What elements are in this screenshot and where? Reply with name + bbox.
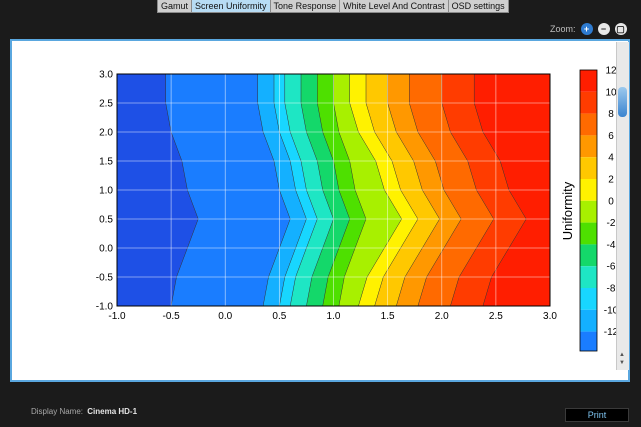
uniformity-contour-chart: -1.0 -0.5 0.0 0.5 1.0 1.5 2.0 2.5 3.0 -1.0 -0.5 0.0… xyxy=(96,66,618,352)
x-tick-label: -1.0 xyxy=(108,311,126,322)
display-name: Display Name: Cinema HD-1 xyxy=(31,407,137,416)
colorbar-swatch xyxy=(580,222,597,245)
colorbar-tick-label: -2 xyxy=(607,218,616,229)
scrollbar-thumb[interactable] xyxy=(618,87,627,117)
colorbar-swatch xyxy=(580,113,597,136)
colorbar-swatch xyxy=(580,135,597,158)
colorbar-swatch xyxy=(580,200,597,223)
x-tick-label: 0.5 xyxy=(272,311,286,322)
zoom-controls: Zoom: + − ▢ xyxy=(550,23,627,35)
y-tick-label: -0.5 xyxy=(96,273,114,284)
y-tick-label: 3.0 xyxy=(99,70,113,81)
x-tick-label: 2.5 xyxy=(489,311,503,322)
scroll-down-icon[interactable]: ▼ xyxy=(619,360,625,366)
chart-panel: -1.0 -0.5 0.0 0.5 1.0 1.5 2.0 2.5 3.0 -1.0 -0.5 0.0… xyxy=(10,39,630,382)
x-tick-label: 1.0 xyxy=(327,311,341,322)
colorbar-tick-label: -6 xyxy=(607,262,616,273)
colorbar-swatch xyxy=(580,266,597,288)
x-tick-label: 0.0 xyxy=(218,311,232,322)
x-tick-label: 1.5 xyxy=(381,311,395,322)
zoom-out-icon[interactable]: − xyxy=(597,23,610,35)
y-tick-label: -1.0 xyxy=(96,302,114,313)
zoom-label: Zoom: xyxy=(550,24,576,34)
colorbar-tick-label: 6 xyxy=(608,131,614,142)
colorbar-tick-label: 4 xyxy=(608,153,614,164)
vertical-scrollbar[interactable]: ▲ ▼ xyxy=(616,42,629,370)
tab-gamut[interactable]: Gamut xyxy=(158,0,193,12)
colorbar-tick-label: 2 xyxy=(608,175,614,186)
colorbar-swatch xyxy=(580,179,597,201)
tab-tone-response[interactable]: Tone Response xyxy=(271,0,341,12)
colorbar-tick-label: -4 xyxy=(607,240,616,251)
colorbar-tick-label: 0 xyxy=(608,196,614,207)
y-tick-label: 2.5 xyxy=(99,99,113,110)
y-tick-label: 1.0 xyxy=(99,186,113,197)
colorbar-tick-label: 8 xyxy=(608,109,614,120)
colorbar-swatch xyxy=(580,244,597,267)
x-tick-label: 2.0 xyxy=(435,311,449,322)
colorbar-swatch xyxy=(580,70,597,92)
tab-white-level-and-contrast[interactable]: White Level And Contrast xyxy=(340,0,449,12)
zoom-in-icon[interactable]: + xyxy=(580,23,593,35)
x-tick-label: -0.5 xyxy=(163,311,181,322)
colorbar-swatch xyxy=(580,288,597,310)
colorbar-swatch xyxy=(580,91,597,114)
y-tick-label: 0.5 xyxy=(99,215,113,226)
colorbar-swatch xyxy=(580,309,597,332)
scroll-up-icon[interactable]: ▲ xyxy=(619,352,625,358)
print-button[interactable]: Print xyxy=(565,408,629,422)
y-tick-label: 2.0 xyxy=(99,128,113,139)
tab-screen-uniformity[interactable]: Screen Uniformity xyxy=(192,0,271,12)
tab-bar: Gamut Screen Uniformity Tone Response Wh… xyxy=(157,0,509,13)
colorbar-tick-label: -8 xyxy=(607,284,616,295)
tab-osd-settings[interactable]: OSD settings xyxy=(449,0,508,12)
colorbar-swatch xyxy=(580,157,597,179)
y-tick-label: 1.5 xyxy=(99,157,113,168)
colorbar-swatch xyxy=(580,331,597,351)
x-tick-label: 3.0 xyxy=(543,311,557,322)
display-name-label: Display Name: xyxy=(31,407,84,416)
display-name-value: Cinema HD-1 xyxy=(87,407,138,416)
colorbar-label: Uniformity xyxy=(560,181,575,240)
zoom-fit-icon[interactable]: ▢ xyxy=(614,23,627,35)
y-tick-label: 0.0 xyxy=(99,244,113,255)
